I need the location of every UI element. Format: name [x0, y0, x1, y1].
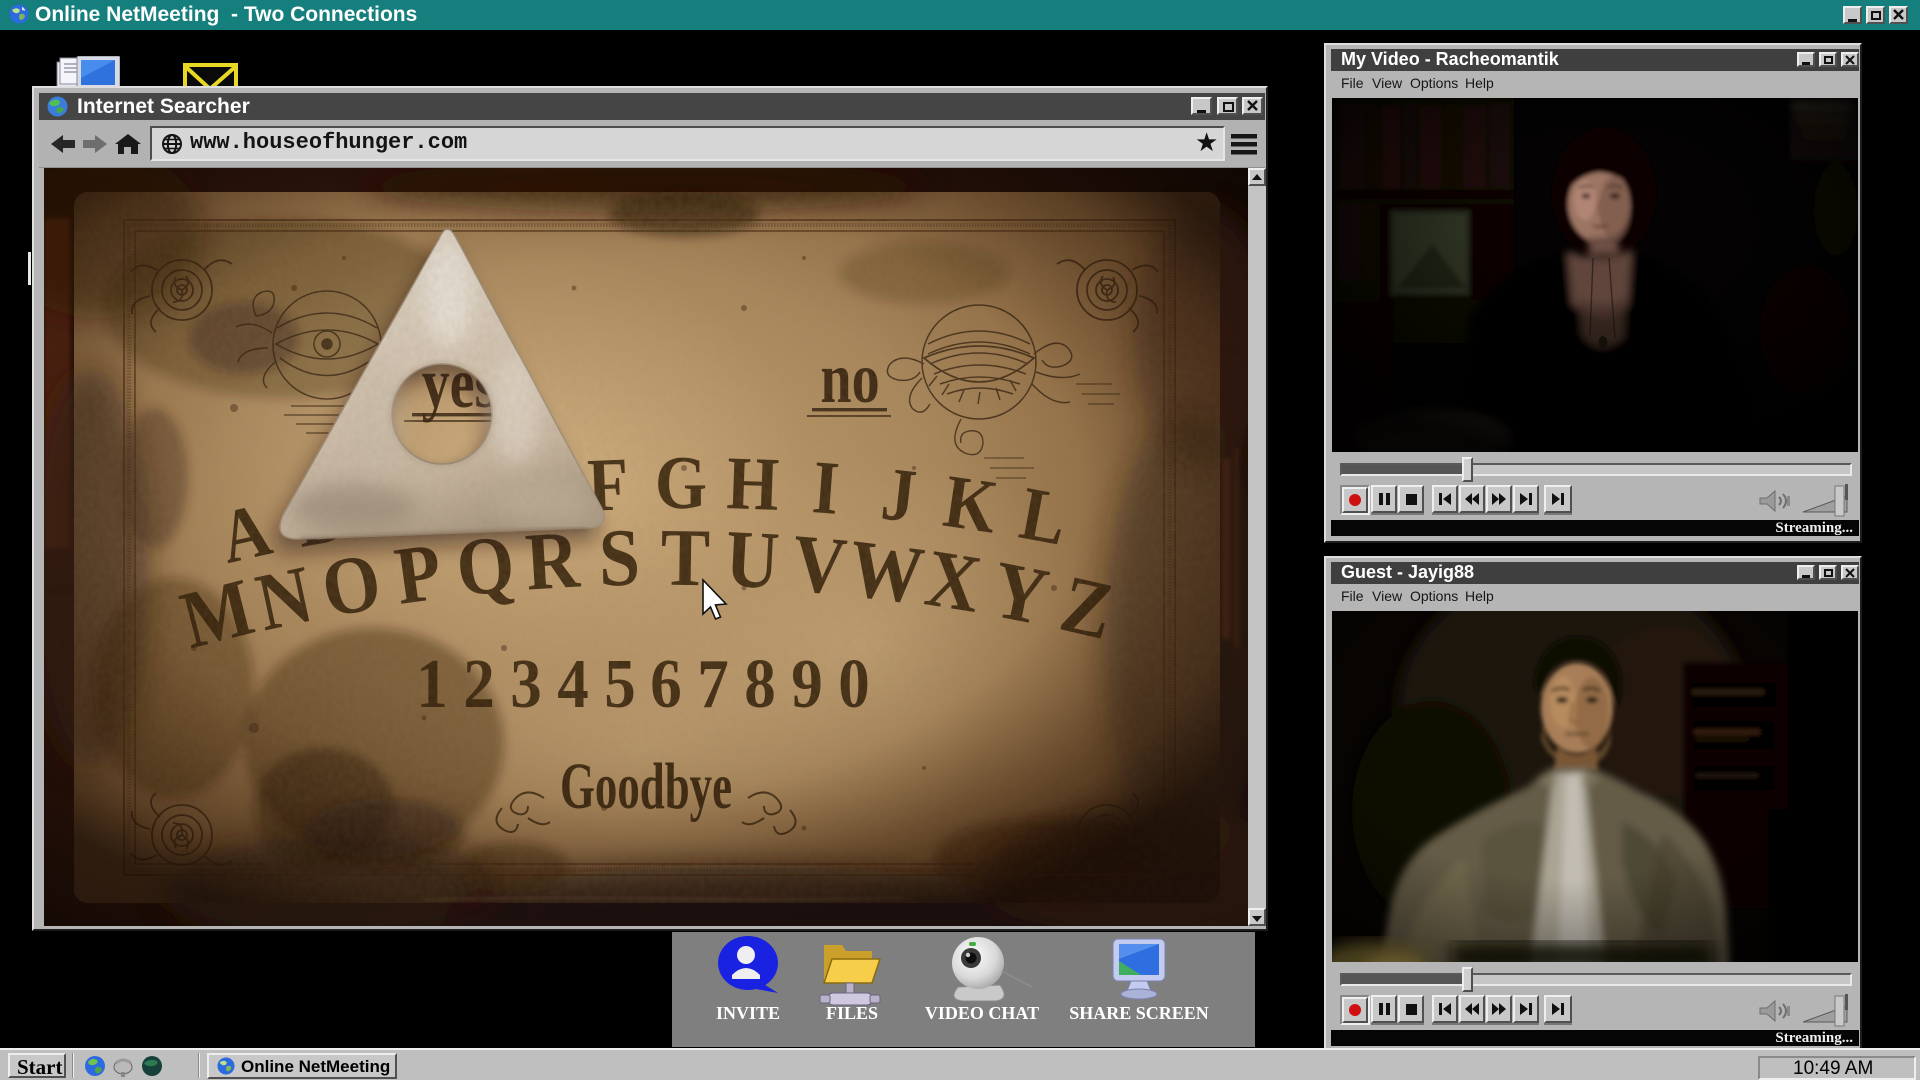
svg-text:FILES: FILES — [826, 1003, 878, 1023]
svg-text:INVITE: INVITE — [716, 1003, 780, 1023]
svg-text:SHARE SCREEN: SHARE SCREEN — [1069, 1003, 1209, 1023]
svg-text:VIDEO CHAT: VIDEO CHAT — [925, 1003, 1039, 1023]
